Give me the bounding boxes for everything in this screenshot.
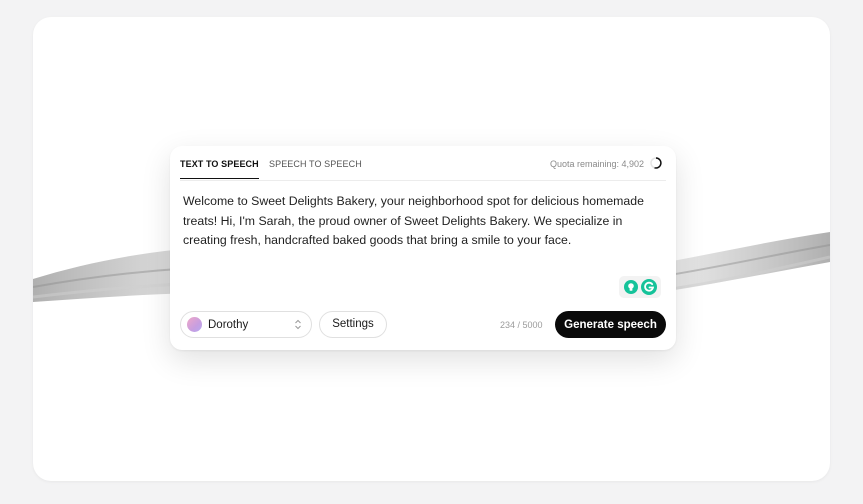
quota-remaining: Quota remaining: 4,902 xyxy=(549,159,644,169)
tab-speech-to-speech[interactable]: SPEECH TO SPEECH xyxy=(269,159,362,179)
voice-select[interactable]: Dorothy xyxy=(180,311,312,338)
character-count: 234 / 5000 xyxy=(500,320,543,330)
lightbulb-icon[interactable] xyxy=(624,280,638,294)
tab-text-to-speech[interactable]: TEXT TO SPEECH xyxy=(180,159,259,179)
speech-text-input[interactable]: Welcome to Sweet Delights Bakery, your n… xyxy=(183,192,659,251)
generate-speech-button[interactable]: Generate speech xyxy=(555,311,666,338)
tts-card: TEXT TO SPEECH SPEECH TO SPEECH Quota re… xyxy=(170,146,676,350)
voice-name: Dorothy xyxy=(208,319,249,331)
extension-icons xyxy=(619,276,661,298)
app-frame: TEXT TO SPEECH SPEECH TO SPEECH Quota re… xyxy=(33,17,830,481)
mode-tabs: TEXT TO SPEECH SPEECH TO SPEECH Quota re… xyxy=(180,146,666,181)
grammarly-icon[interactable] xyxy=(641,279,657,295)
voice-avatar xyxy=(187,317,202,332)
chevron-updown-icon xyxy=(295,319,301,330)
settings-button[interactable]: Settings xyxy=(319,311,387,338)
quota-ring-icon xyxy=(650,157,662,169)
